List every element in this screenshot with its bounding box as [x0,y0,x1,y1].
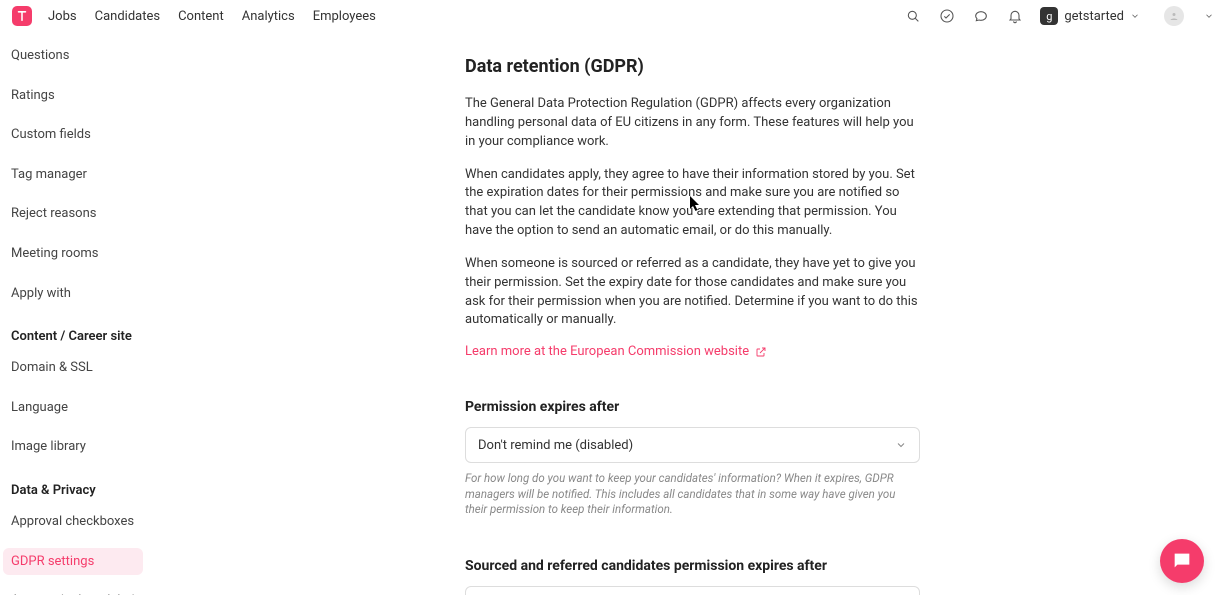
nav-jobs[interactable]: Jobs [48,9,77,24]
chevron-down-icon [1130,11,1140,21]
user-avatar-initial: g [1040,7,1058,25]
chevron-down-icon[interactable] [1204,11,1214,21]
top-nav: Jobs Candidates Content Analytics Employ… [0,0,1226,32]
sidebar-item-questions[interactable]: Questions [11,42,165,70]
intro-paragraph-1: The General Data Protection Regulation (… [465,95,920,152]
nav-links: Jobs Candidates Content Analytics Employ… [48,9,376,24]
learn-more-link[interactable]: Learn more at the European Commission we… [465,344,767,359]
permission-expires-hint: For how long do you want to keep your ca… [465,471,920,518]
permission-expires-value: Don't remind me (disabled) [478,438,633,453]
sidebar-item-image-library[interactable]: Image library [11,433,165,461]
main-content: Data retention (GDPR) The General Data P… [165,32,1226,595]
nav-candidates[interactable]: Candidates [95,9,160,24]
section-label-permission-expires: Permission expires after [465,399,920,415]
intro-paragraph-3: When someone is sourced or referred as a… [465,255,920,330]
external-link-icon [755,346,767,358]
chat-bubble-icon [1171,550,1193,572]
intro-paragraph-2: When candidates apply, they agree to hav… [465,166,920,241]
sidebar-item-meeting-rooms[interactable]: Meeting rooms [11,240,165,268]
sidebar-header-content: Content / Career site [11,329,165,344]
sidebar-item-apply-with[interactable]: Apply with [11,280,165,308]
nav-analytics[interactable]: Analytics [242,9,295,24]
sidebar-item-domain-ssl[interactable]: Domain & SSL [11,354,165,382]
chat-icon[interactable] [972,7,990,25]
user-menu[interactable]: g getstarted [1040,7,1140,25]
nav-content[interactable]: Content [178,9,224,24]
sidebar-item-gdpr-settings[interactable]: GDPR settings [3,548,143,576]
sidebar-header-data-privacy: Data & Privacy [11,483,165,498]
app-logo[interactable] [12,6,32,26]
sidebar-item-custom-fields[interactable]: Custom fields [11,121,165,149]
nav-employees[interactable]: Employees [313,9,376,24]
sidebar-item-tag-manager[interactable]: Tag manager [11,161,165,189]
user-name: getstarted [1064,9,1124,24]
section-label-sourced-expires: Sourced and referred candidates permissi… [465,558,920,574]
settings-sidebar: Questions Ratings Custom fields Tag mana… [0,32,165,595]
check-circle-icon[interactable] [938,7,956,25]
sidebar-item-automatic-data-deletion[interactable]: Automatic data deletion [11,587,165,595]
search-icon[interactable] [904,7,922,25]
chevron-down-icon [895,439,907,451]
page-title: Data retention (GDPR) [465,56,920,77]
secondary-avatar[interactable] [1164,6,1184,26]
chat-fab[interactable] [1160,539,1204,583]
sidebar-item-approval-checkboxes[interactable]: Approval checkboxes [11,508,165,536]
sidebar-item-reject-reasons[interactable]: Reject reasons [11,200,165,228]
sidebar-item-ratings[interactable]: Ratings [11,82,165,110]
permission-expires-select[interactable]: Don't remind me (disabled) [465,427,920,463]
bell-icon[interactable] [1006,7,1024,25]
learn-more-text: Learn more at the European Commission we… [465,344,749,359]
nav-right: g getstarted [904,6,1214,26]
sidebar-item-language[interactable]: Language [11,394,165,422]
sourced-expires-select[interactable]: Don't remind me (disabled) [465,586,920,595]
